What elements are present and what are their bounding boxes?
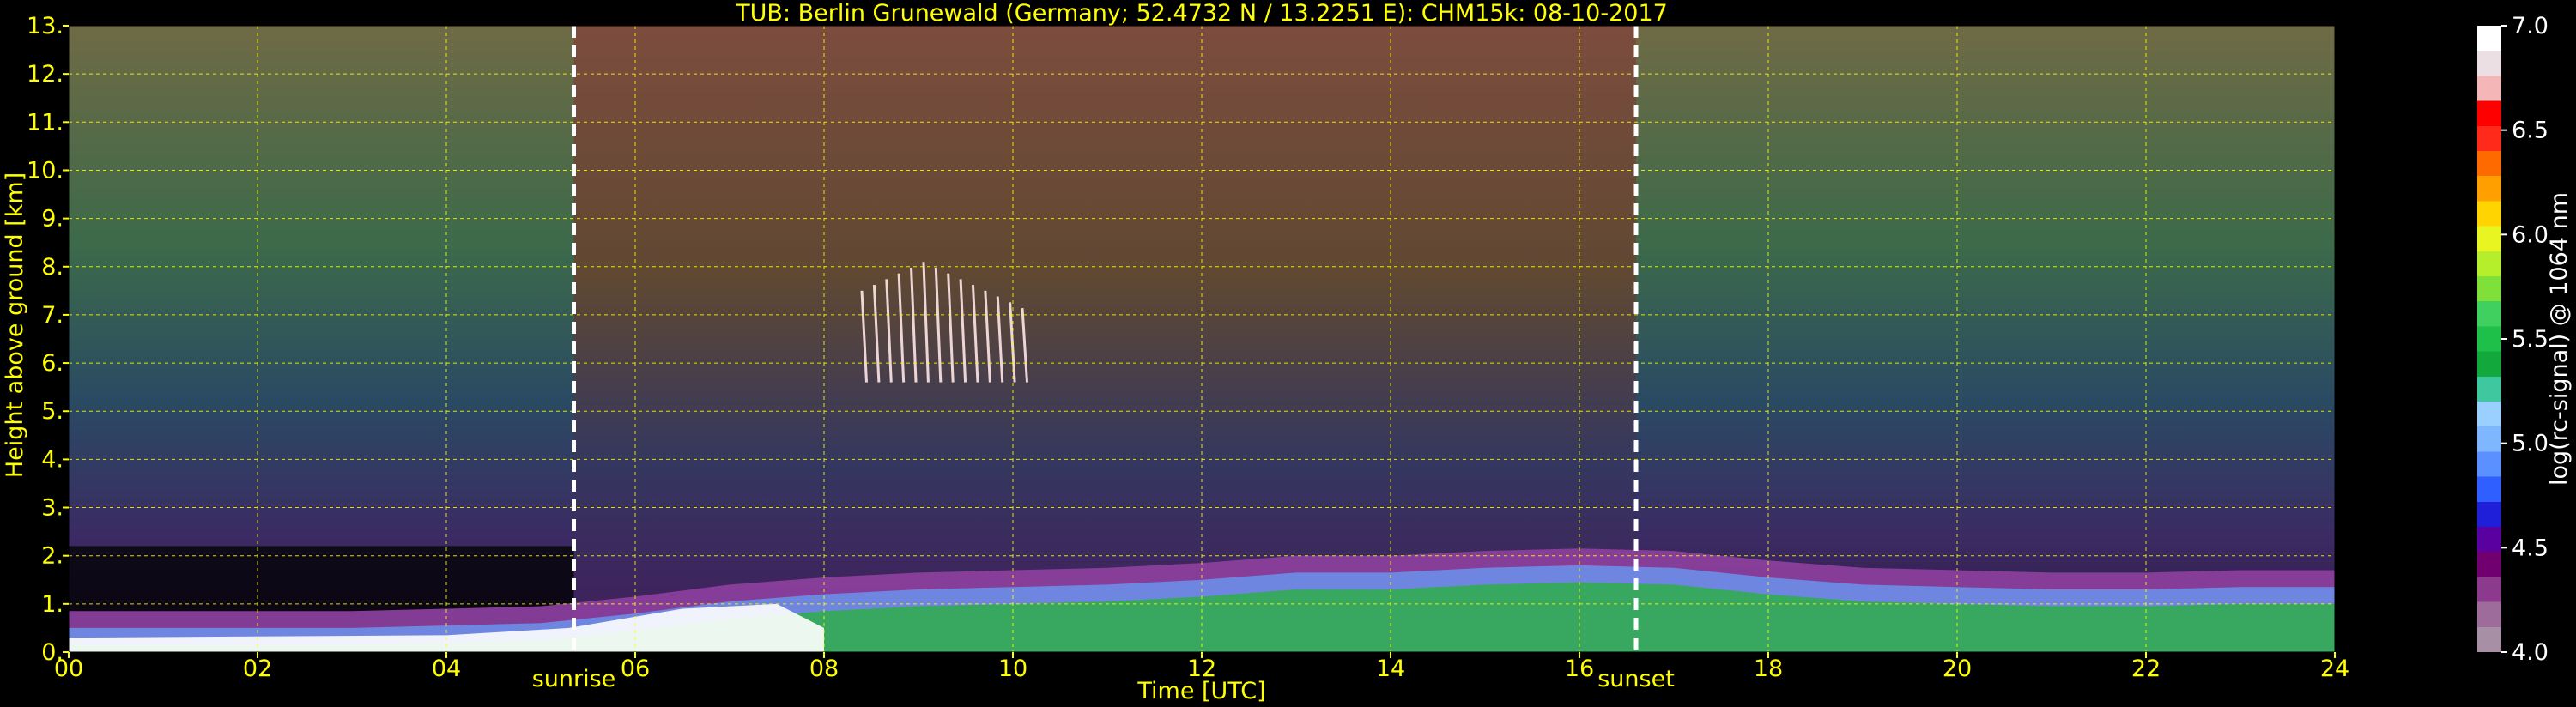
x-tick-label: 10: [998, 656, 1027, 682]
y-tick-label: 9.: [41, 206, 64, 233]
y-tick-label: 1.: [41, 591, 64, 618]
y-tick-label: 12.: [27, 61, 64, 88]
marker-label-sunrise: sunrise: [532, 666, 616, 692]
y-tick-label: 6.: [41, 350, 64, 377]
colorbar-tick-label: 4.5: [2512, 535, 2549, 561]
colorbar-tick-label: 6.5: [2512, 118, 2549, 144]
colorbar-tick-label: 6.0: [2512, 221, 2549, 248]
y-tick-label: 5.: [41, 398, 64, 425]
marker-labels: sunrise sunset: [532, 666, 1675, 692]
x-tick-label: 02: [243, 656, 272, 682]
x-tick-label: 08: [809, 656, 839, 682]
y-tick-label: 4.: [41, 446, 64, 473]
y-axis-ticks: 0. 1. 2. 3. 4. 5. 6. 7. 8. 9. 10. 11. 12. 13.: [27, 13, 69, 666]
colorbar-ticks: 4.0 4.5 5.0 5.5 6.0 6.5 7.0: [2501, 13, 2549, 666]
plot-area: [69, 26, 2335, 652]
x-tick-label: 14: [1376, 656, 1405, 682]
colorbar-tick-label: 5.5: [2512, 326, 2549, 353]
colorbar-tick-label: 7.0: [2512, 13, 2549, 39]
y-tick-label: 11.: [27, 109, 64, 136]
y-tick-label: 13.: [27, 13, 64, 39]
y-tick-label: 7.: [41, 302, 64, 329]
marker-label-sunset: sunset: [1597, 666, 1675, 692]
colorbar: [2477, 26, 2501, 652]
x-tick-label: 04: [432, 656, 461, 682]
y-tick-label: 10.: [27, 157, 64, 184]
colorbar-label: log(rc-signal) @ 1064 nm: [2546, 192, 2573, 486]
x-tick-label: 12: [1187, 656, 1216, 682]
x-tick-label: 20: [1943, 656, 1972, 682]
x-tick-label: 06: [621, 656, 650, 682]
colorbar-tick-label: 4.0: [2512, 639, 2549, 666]
x-tick-label: 16: [1565, 656, 1594, 682]
x-tick-label: 24: [2320, 656, 2349, 682]
y-tick-label: 2.: [41, 543, 64, 570]
x-tick-label: 22: [2131, 656, 2161, 682]
colorbar-tick-label: 5.0: [2512, 431, 2549, 457]
y-tick-label: 3.: [41, 495, 64, 522]
y-tick-label: 0.: [41, 639, 64, 666]
y-tick-label: 8.: [41, 254, 64, 281]
y-axis-label: Height above ground [km]: [2, 172, 28, 478]
x-axis-ticks: 00 02 04 06 08 10 12 14 16 18 20 22 24: [54, 652, 2349, 682]
chart-title: TUB: Berlin Grunewald (Germany; 52.4732 …: [735, 0, 1668, 27]
x-tick-label: 18: [1754, 656, 1783, 682]
ceilometer-chart: TUB: Berlin Grunewald (Germany; 52.4732 …: [2, 0, 2573, 704]
